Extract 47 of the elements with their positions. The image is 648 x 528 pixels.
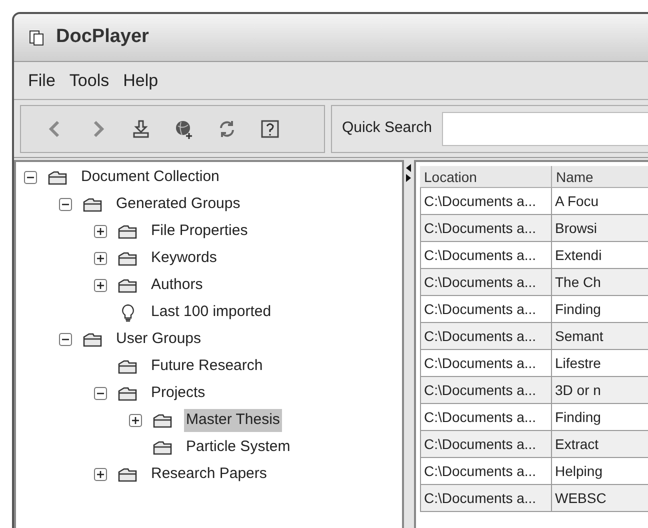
menu-item[interactable]: Tools	[67, 68, 112, 94]
tree-item[interactable]: Master Thesis	[184, 409, 282, 432]
expand-icon[interactable]	[94, 279, 107, 292]
search-label: Quick Search	[342, 118, 432, 138]
folder-icon	[118, 252, 138, 266]
expand-icon[interactable]	[129, 414, 142, 427]
folder-icon	[118, 468, 138, 482]
column-header[interactable]: Location	[420, 166, 552, 188]
lightbulb-icon	[121, 304, 135, 322]
folder-icon	[118, 224, 138, 238]
folder-icon	[48, 170, 68, 184]
expand-icon[interactable]	[94, 252, 107, 265]
tree-item[interactable]: Generated Groups	[114, 193, 242, 216]
menu-item[interactable]: Help	[121, 68, 160, 94]
tree-item[interactable]: Research Papers	[149, 463, 269, 486]
folder-icon	[83, 332, 103, 346]
folder-icon	[118, 360, 138, 374]
folder-icon	[153, 440, 173, 454]
expand-icon[interactable]	[94, 468, 107, 481]
tree-item[interactable]: Keywords	[149, 247, 219, 270]
help-icon	[259, 118, 281, 140]
tree-item[interactable]: Projects	[149, 382, 208, 405]
tree-item[interactable]: Document Collection	[79, 166, 222, 189]
table-cell: WEBSC	[552, 485, 648, 512]
collapse-icon[interactable]	[94, 387, 107, 400]
folder-icon	[118, 278, 138, 292]
column-header[interactable]: Name	[552, 166, 648, 188]
folder-icon	[83, 198, 103, 212]
folder-icon	[118, 386, 138, 400]
collapse-left-icon[interactable]	[406, 164, 412, 172]
collapse-icon[interactable]	[59, 333, 72, 346]
window-title: DocPlayer	[56, 25, 149, 50]
table-cell: C:\Documents a...	[420, 485, 552, 512]
tree-item[interactable]: User Groups	[114, 328, 204, 351]
collapse-icon[interactable]	[59, 198, 72, 211]
folder-icon	[153, 414, 173, 428]
collapse-icon[interactable]	[24, 171, 37, 184]
tree-item[interactable]: File Properties	[149, 220, 250, 243]
app-icon	[28, 28, 46, 46]
search-field[interactable]	[442, 112, 648, 146]
tree-item[interactable]: Last 100 imported	[149, 301, 274, 324]
collapse-right-icon[interactable]	[406, 174, 412, 182]
tree-item[interactable]: Authors	[149, 274, 205, 297]
menu-item[interactable]: File	[26, 68, 58, 94]
tree-item[interactable]: Future Research	[149, 355, 265, 378]
tree-item[interactable]: Particle System	[184, 436, 292, 459]
expand-icon[interactable]	[94, 225, 107, 238]
